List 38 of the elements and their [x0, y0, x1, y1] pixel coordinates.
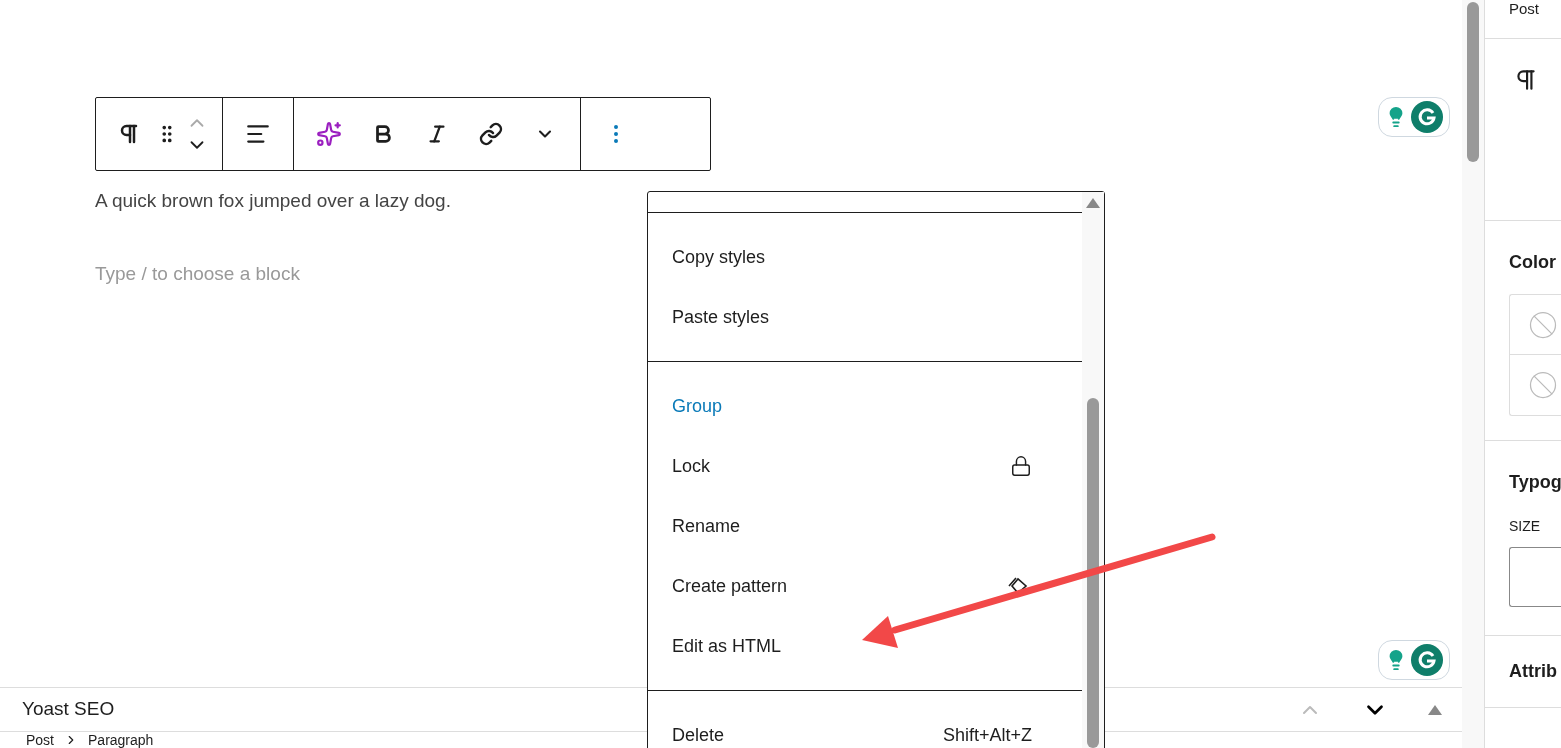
menu-item-label: Copy styles	[672, 245, 766, 269]
section-heading[interactable]: Attrib	[1509, 658, 1557, 685]
g-logo-icon	[1411, 101, 1443, 133]
g-logo-icon	[1411, 644, 1443, 676]
menu-item[interactable]: Lock	[648, 436, 1082, 496]
triangle-up-icon[interactable]	[1428, 704, 1442, 715]
scrollbar[interactable]	[1462, 0, 1484, 748]
menu-scrollbar[interactable]	[1082, 192, 1104, 748]
sidebar-tab[interactable]: Post	[1509, 0, 1539, 16]
shortcut-text: Shift+Alt+Z	[942, 723, 1032, 747]
menu-item[interactable]: Delete Shift+Alt+Z	[648, 705, 1082, 748]
panel-title: Yoast SEO	[22, 697, 115, 722]
no-color-icon[interactable]	[1528, 309, 1558, 340]
paragraph-text[interactable]: A quick brown fox jumped over a lazy dog.	[95, 187, 1462, 216]
menu-item-label: Lock	[672, 454, 711, 478]
grammarly-widget[interactable]	[1378, 97, 1450, 137]
menu-item[interactable]: Copy styles	[648, 227, 1082, 287]
menu-item[interactable]: Rename	[648, 496, 1082, 556]
no-color-icon[interactable]	[1528, 370, 1558, 400]
menu-item[interactable]: Group	[648, 376, 1082, 436]
menu-item-label: Edit as HTML	[672, 634, 782, 658]
font-size-field[interactable]	[1509, 547, 1561, 607]
section-heading[interactable]: Typog	[1509, 469, 1561, 496]
size-label: SIZE	[1509, 517, 1542, 536]
breadcrumb-link[interactable]: Post	[26, 733, 54, 747]
breadcrumb-link[interactable]: Paragraph	[88, 733, 154, 747]
menu-item-label: Paste styles	[672, 305, 770, 329]
section-heading[interactable]: Color	[1509, 249, 1561, 276]
lock-icon	[1010, 455, 1032, 477]
menu-item-label: Rename	[672, 514, 741, 538]
menu-item-label: Group	[672, 394, 723, 418]
menu-item[interactable]: Paste styles	[648, 287, 1082, 347]
menu-item-label: Delete	[672, 723, 725, 747]
grammarly-widget[interactable]	[1378, 640, 1450, 680]
menu-item-label: Create pattern	[672, 574, 788, 598]
triangle-up-icon[interactable]	[1086, 198, 1100, 208]
menu-item[interactable]: Edit as HTML	[648, 616, 1082, 676]
menu-item[interactable]: Create pattern	[648, 556, 1082, 616]
